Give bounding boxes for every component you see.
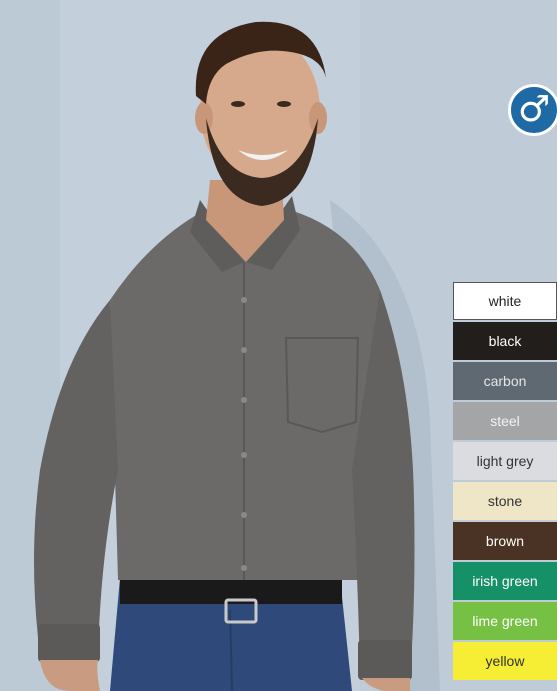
color-swatch-light-grey: light grey [453,442,557,480]
color-swatch-black: black [453,322,557,360]
color-swatch-yellow: yellow [453,642,557,680]
color-swatch-stone: stone [453,482,557,520]
color-swatch-list: white black carbon steel light grey stone brow… [453,282,557,682]
color-swatch-white: white [453,282,557,320]
color-swatch-brown: brown [453,522,557,560]
color-swatch-steel: steel [453,402,557,440]
color-swatch-irish-green: irish green [453,562,557,600]
male-symbol-icon: ♂ [508,84,557,136]
color-swatch-carbon: carbon [453,362,557,400]
color-swatch-lime-green: lime green [453,602,557,640]
